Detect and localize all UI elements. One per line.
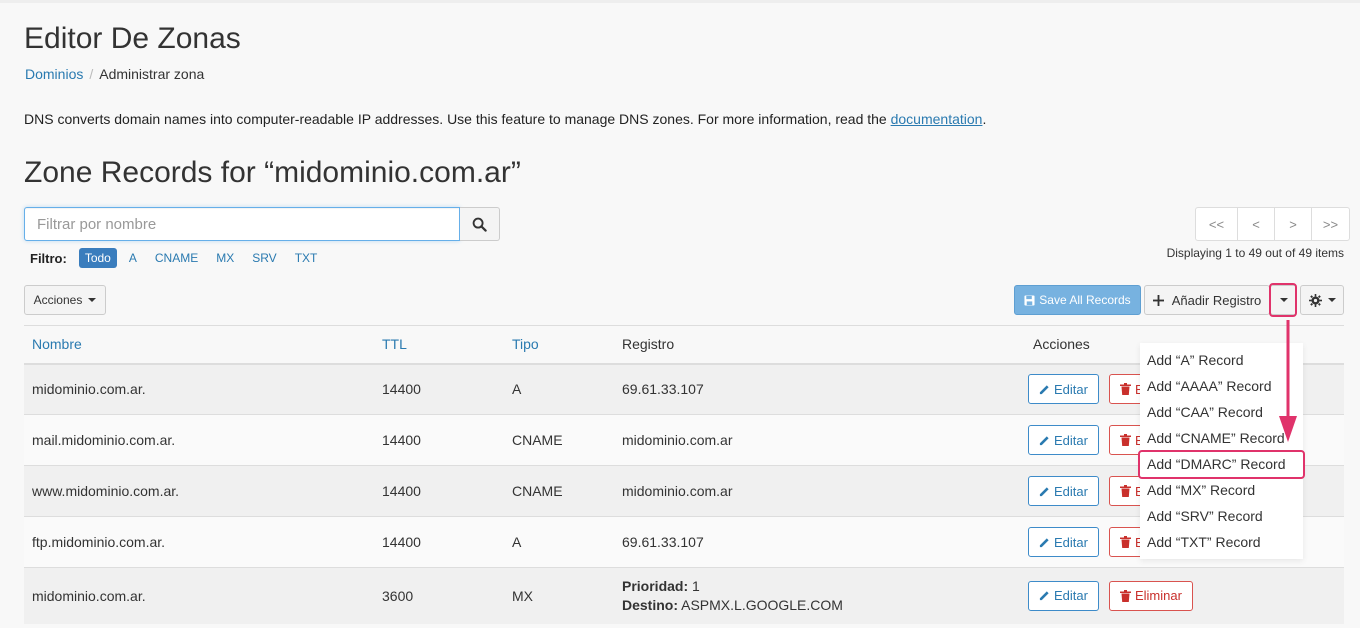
cell-tipo: CNAME (504, 465, 614, 517)
cell-registro: midominio.com.ar (614, 465, 1028, 517)
acciones-label: Acciones (33, 293, 83, 307)
toggle-highlight (1269, 283, 1297, 317)
filter-a[interactable]: A (123, 248, 143, 268)
prioridad-value: 1 (692, 577, 700, 594)
col-registro: Registro (614, 325, 1028, 365)
pencil-icon (1039, 385, 1049, 394)
pagination: << < > >> (1195, 207, 1350, 241)
save-all-label: Save All Records (1039, 293, 1131, 307)
edit-button[interactable]: Editar (1028, 374, 1099, 405)
filter-bar: Filtro: Todo A CNAME MX SRV TXT (30, 248, 323, 268)
pencil-icon (1039, 486, 1049, 496)
edit-button[interactable]: Editar (1028, 425, 1099, 455)
top-bar (0, 0, 1360, 3)
cell-tipo: A (504, 363, 614, 415)
pencil-icon (1039, 591, 1049, 601)
gear-icon (1308, 293, 1322, 307)
pencil-icon (1039, 537, 1049, 547)
search-icon (472, 217, 487, 232)
pager-next[interactable]: > (1275, 208, 1312, 240)
add-record-button[interactable]: Añadir Registro (1144, 285, 1270, 315)
trash-icon (1119, 383, 1131, 396)
caret-down-icon (88, 298, 97, 302)
settings-button[interactable] (1300, 285, 1344, 315)
dmarc-highlight (1138, 450, 1305, 479)
filter-mx[interactable]: MX (210, 248, 240, 268)
cell-registro: 69.61.33.107 (614, 516, 1028, 568)
intro-text: DNS converts domain names into computer-… (24, 111, 986, 127)
search-group (24, 207, 500, 241)
acciones-header-label: Acciones (1033, 336, 1090, 353)
breadcrumb: Dominios / Administrar zona (25, 66, 204, 82)
trash-icon (1119, 485, 1131, 497)
cell-ttl: 14400 (374, 363, 504, 415)
pencil-icon (1039, 435, 1049, 445)
edit-label: Editar (1054, 381, 1088, 397)
cell-registro: Prioridad: 1 Destino: ASPMX.L.GOOGLE.COM (614, 567, 1028, 624)
edit-label: Editar (1054, 534, 1088, 550)
filter-srv[interactable]: SRV (246, 248, 282, 268)
col-ttl[interactable]: TTL (374, 325, 504, 365)
prioridad-label: Prioridad: (622, 577, 689, 594)
cell-nombre: ftp.midominio.com.ar. (24, 516, 374, 568)
edit-button[interactable]: Editar (1028, 476, 1099, 506)
intro-body: DNS converts domain names into computer-… (24, 111, 891, 127)
cell-ttl: 3600 (374, 567, 504, 624)
delete-label: Eliminar (1134, 588, 1182, 604)
cell-registro: midominio.com.ar (614, 414, 1028, 466)
intro-end: . (982, 111, 987, 127)
cell-ttl: 14400 (374, 516, 504, 568)
breadcrumb-separator: / (89, 66, 94, 82)
filter-label: Filtro: (30, 250, 67, 266)
trash-icon (1119, 434, 1131, 446)
filter-todo[interactable]: Todo (78, 248, 117, 268)
arrow-down-icon (1279, 320, 1297, 442)
plus-icon (1152, 294, 1164, 306)
col-tipo[interactable]: Tipo (504, 325, 614, 365)
destino-value: ASPMX.L.GOOGLE.COM (681, 596, 843, 613)
cell-registro: 69.61.33.107 (614, 363, 1028, 415)
menu-item-add-mx[interactable]: Add “MX” Record (1140, 477, 1303, 503)
destino-label: Destino: (622, 596, 678, 613)
cell-ttl: 14400 (374, 465, 504, 517)
cell-tipo: CNAME (504, 414, 614, 466)
caret-down-icon (1327, 298, 1336, 302)
edit-button[interactable]: Editar (1028, 580, 1099, 611)
save-all-records-button[interactable]: Save All Records (1014, 285, 1141, 315)
page-title: Editor De Zonas (24, 22, 241, 55)
filter-txt[interactable]: TXT (289, 248, 324, 268)
add-record-label: Añadir Registro (1171, 292, 1262, 308)
save-icon (1024, 294, 1035, 306)
menu-item-add-srv[interactable]: Add “SRV” Record (1140, 503, 1303, 529)
documentation-link[interactable]: documentation (891, 111, 983, 127)
menu-item-add-txt[interactable]: Add “TXT” Record (1140, 529, 1303, 555)
edit-label: Editar (1054, 483, 1088, 499)
search-input[interactable] (24, 207, 460, 241)
cell-tipo: A (504, 516, 614, 568)
edit-label: Editar (1054, 588, 1088, 604)
cell-nombre: midominio.com.ar. (24, 567, 374, 624)
table-row: midominio.com.ar. 3600 MX Prioridad: 1 D… (24, 567, 1344, 624)
edit-label: Editar (1054, 432, 1088, 448)
pagination-info: Displaying 1 to 49 out of 49 items (1166, 246, 1344, 260)
pager-last[interactable]: >> (1312, 208, 1349, 240)
breadcrumb-current: Administrar zona (99, 66, 205, 82)
pager-prev[interactable]: < (1238, 208, 1275, 240)
edit-button[interactable]: Editar (1028, 527, 1099, 557)
filter-cname[interactable]: CNAME (149, 248, 204, 268)
col-nombre[interactable]: Nombre (24, 325, 374, 365)
cell-nombre: www.midominio.com.ar. (24, 465, 374, 517)
cell-nombre: midominio.com.ar. (24, 363, 374, 415)
delete-button[interactable]: Eliminar (1108, 580, 1193, 611)
cell-tipo: MX (504, 567, 614, 624)
zone-records-title: Zone Records for “midominio.com.ar” (24, 156, 521, 189)
pager-first[interactable]: << (1196, 208, 1238, 240)
cell-nombre: mail.midominio.com.ar. (24, 414, 374, 466)
trash-icon (1119, 536, 1131, 548)
search-button[interactable] (460, 207, 500, 241)
cell-ttl: 14400 (374, 414, 504, 466)
trash-icon (1119, 589, 1131, 602)
acciones-button[interactable]: Acciones (24, 285, 106, 315)
breadcrumb-link-dominios[interactable]: Dominios (25, 66, 83, 82)
